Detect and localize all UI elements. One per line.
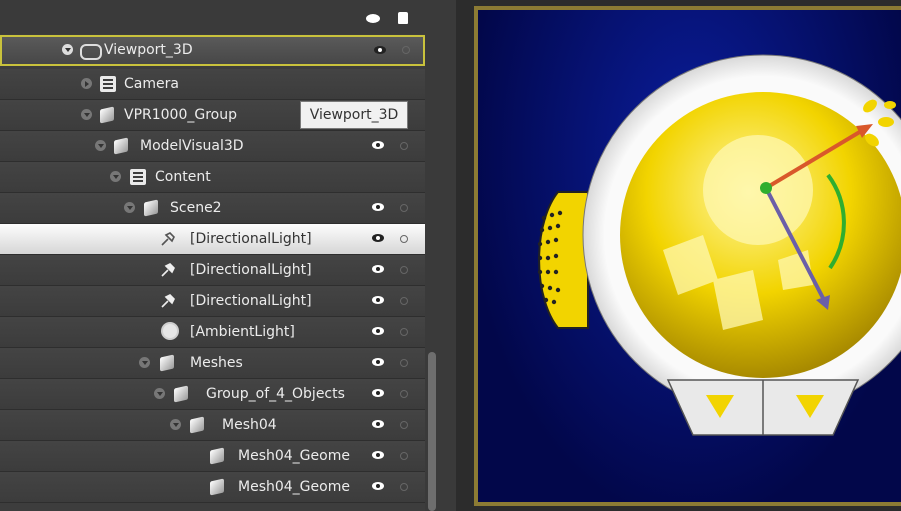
cube-icon (174, 385, 188, 403)
expander-icon[interactable] (81, 109, 92, 120)
tree-row-mesh04-geometry-1[interactable]: Mesh04_Geome (0, 441, 425, 472)
lock-icon[interactable] (400, 204, 408, 212)
viewport-panel (456, 0, 901, 511)
cube-icon (210, 478, 224, 496)
lock-icon[interactable] (400, 359, 408, 367)
tree-item-label: Mesh04 (222, 417, 277, 433)
eye-icon[interactable] (372, 451, 384, 459)
eye-icon[interactable] (372, 296, 384, 304)
group-icon (80, 44, 102, 60)
tree-row-camera[interactable]: Camera (0, 69, 425, 100)
tree-row-mesh04[interactable]: Mesh04 (0, 410, 425, 441)
tree-row-viewport3d[interactable]: Viewport_3D (0, 35, 425, 66)
tree-item-label: Mesh04_Geome (238, 479, 350, 495)
tree-row-modelvisual3d[interactable]: ModelVisual3D (0, 131, 425, 162)
viewport-3d[interactable] (474, 6, 901, 506)
eye-icon[interactable] (372, 141, 384, 149)
header-eye-icon[interactable] (366, 14, 380, 23)
expander-icon[interactable] (154, 388, 165, 399)
tree-item-label: Group_of_4_Objects (206, 386, 345, 402)
tree-item-label: Mesh04_Geome (238, 448, 350, 464)
lock-icon[interactable] (400, 452, 408, 460)
expander-icon[interactable] (124, 202, 135, 213)
lock-icon[interactable] (400, 235, 408, 243)
expander-icon[interactable] (110, 171, 121, 182)
lock-icon[interactable] (400, 297, 408, 305)
lock-icon[interactable] (400, 142, 408, 150)
lock-icon[interactable] (400, 328, 408, 336)
lock-icon[interactable] (402, 46, 410, 54)
tree-item-label: Meshes (190, 355, 243, 371)
tree-row-meshes[interactable]: Meshes (0, 348, 425, 379)
tree-header (0, 0, 425, 34)
tree-item-label: Viewport_3D (104, 42, 193, 58)
tree-row-directional-light-2[interactable]: [DirectionalLight] (0, 255, 425, 286)
tree-item-label: Content (155, 169, 211, 185)
cube-icon (160, 354, 174, 372)
lock-icon[interactable] (400, 421, 408, 429)
cube-icon (114, 137, 128, 155)
tree-row-mesh04-geometry-2[interactable]: Mesh04_Geome (0, 472, 425, 503)
cube-icon (100, 106, 114, 124)
eye-icon[interactable] (372, 265, 384, 273)
camera-icon (100, 76, 116, 92)
tree-item-label: ModelVisual3D (140, 138, 244, 154)
cube-icon (144, 199, 158, 217)
directional-light-icon (161, 263, 175, 277)
tree-row-scene2[interactable]: Scene2 (0, 193, 425, 224)
tooltip: Viewport_3D (300, 101, 408, 129)
eye-icon[interactable] (372, 420, 384, 428)
gizmo-center[interactable] (760, 182, 772, 194)
eye-icon[interactable] (372, 327, 384, 335)
eye-icon[interactable] (372, 358, 384, 366)
expander-icon[interactable] (62, 44, 73, 55)
model-speaker (538, 191, 589, 329)
tree-item-label: Scene2 (170, 200, 222, 216)
lock-icon[interactable] (400, 483, 408, 491)
cube-icon (210, 447, 224, 465)
header-lock-icon[interactable] (398, 12, 408, 24)
lock-icon[interactable] (400, 266, 408, 274)
content-icon (130, 169, 146, 185)
expander-icon[interactable] (81, 78, 92, 89)
eye-icon[interactable] (372, 203, 384, 211)
tree-item-label: [AmbientLight] (190, 324, 295, 340)
tree-item-label: [DirectionalLight] (190, 293, 312, 309)
tree-item-label: [DirectionalLight] (190, 231, 312, 247)
tree-scrollbar[interactable] (428, 352, 436, 511)
viewport-scene (537, 54, 901, 436)
tree-row-directional-light-1[interactable]: [DirectionalLight] (0, 224, 425, 255)
tree-item-label: VPR1000_Group (124, 107, 237, 123)
lock-icon[interactable] (400, 390, 408, 398)
tree-item-label: [DirectionalLight] (190, 262, 312, 278)
tree-row-group-of-4-objects[interactable]: Group_of_4_Objects (0, 379, 425, 410)
eye-icon[interactable] (374, 46, 386, 54)
ambient-light-icon (163, 324, 177, 338)
expander-icon[interactable] (95, 140, 106, 151)
tree-row-directional-light-3[interactable]: [DirectionalLight] (0, 286, 425, 317)
eye-icon[interactable] (372, 234, 384, 242)
cube-icon (190, 416, 204, 434)
scene-tree-panel: Viewport_3D Camera VPR1000_Group ModelVi… (0, 0, 425, 511)
eye-icon[interactable] (372, 482, 384, 490)
tree-row-ambient-light[interactable]: [AmbientLight] (0, 317, 425, 348)
tree-item-label: Camera (124, 76, 179, 92)
expander-icon[interactable] (139, 357, 150, 368)
directional-light-icon (161, 294, 175, 308)
eye-icon[interactable] (372, 389, 384, 397)
expander-icon[interactable] (170, 419, 181, 430)
directional-light-icon (161, 232, 175, 246)
tree-row-content[interactable]: Content (0, 162, 425, 193)
